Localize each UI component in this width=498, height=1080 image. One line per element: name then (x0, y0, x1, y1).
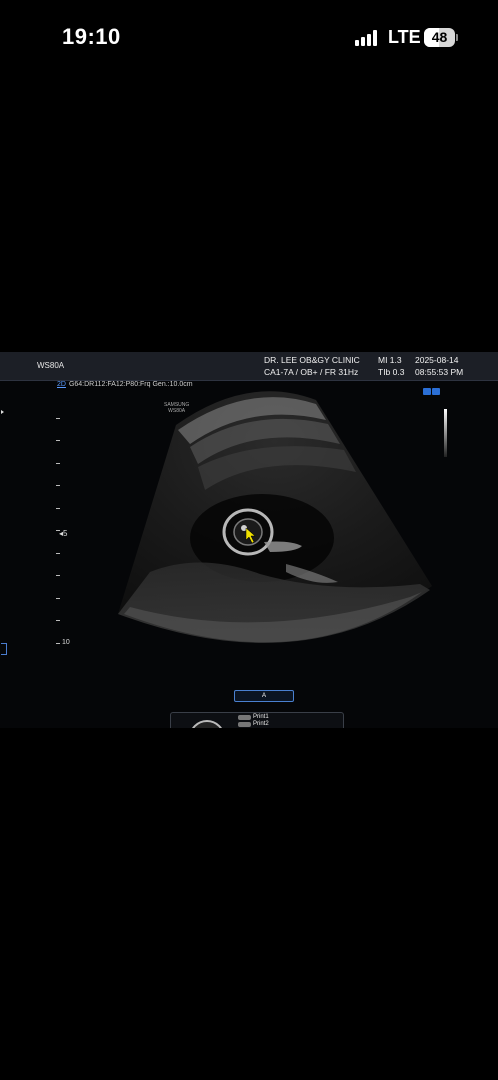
focus-label: 5 (63, 529, 68, 538)
orientation-marker-icon (1, 410, 4, 414)
mechanical-index: MI 1.3 (378, 355, 402, 365)
status-time: 19:10 (62, 24, 121, 49)
lock-icon (432, 388, 440, 395)
param-string: G64:DR112:FA12:P80:Frq Gen.:10.0cm (68, 381, 193, 388)
network-type: LTE (388, 27, 421, 47)
battery-level: 48 (431, 29, 448, 45)
knob-icon[interactable] (189, 720, 225, 728)
print2-label: Print2 (253, 721, 269, 727)
brand-label: SAMSUNG WS80A (164, 402, 189, 414)
exam-time: 08:55:53 PM (415, 367, 464, 377)
exam-date: 2025-08-14 (415, 355, 459, 365)
bracket-icon (1, 643, 7, 655)
battery-tip (456, 34, 458, 41)
a-button[interactable]: A (234, 690, 294, 702)
print1-label: Print1 (253, 714, 269, 720)
probe-icons (423, 382, 441, 400)
ultrasound-image[interactable]: WS80A DR. LEE OB&GY CLINIC CA1-7A / OB+ … (0, 352, 498, 728)
clinic-name: DR. LEE OB&GY CLINIC (264, 355, 360, 365)
thermal-index: TIb 0.3 (378, 367, 405, 377)
focus-marker: ◂5 (59, 529, 68, 538)
ultrasound-scan (118, 391, 432, 643)
probe-icon (423, 388, 431, 395)
print2-button[interactable] (238, 722, 251, 727)
grayscale-bar (444, 409, 447, 457)
ultrasound-header: WS80A DR. LEE OB&GY CLINIC CA1-7A / OB+ … (0, 352, 498, 381)
brand-line2: WS80A (168, 408, 186, 414)
imaging-params: 2D G64:DR112:FA12:P80:Frq Gen.:10.0cm (57, 381, 193, 388)
probe-settings: CA1-7A / OB+ / FR 31Hz (264, 367, 359, 377)
device-model: WS80A (37, 361, 65, 370)
signal-icon (355, 29, 381, 46)
print1-button[interactable] (238, 715, 251, 720)
depth-label-max: 10 (62, 639, 70, 646)
battery-icon: 48 (424, 28, 455, 47)
print-panel: Print1 Print2 (170, 712, 344, 728)
status-bar: 19:10 LTE 48 (0, 0, 498, 74)
mode-2d[interactable]: 2D (57, 381, 66, 388)
